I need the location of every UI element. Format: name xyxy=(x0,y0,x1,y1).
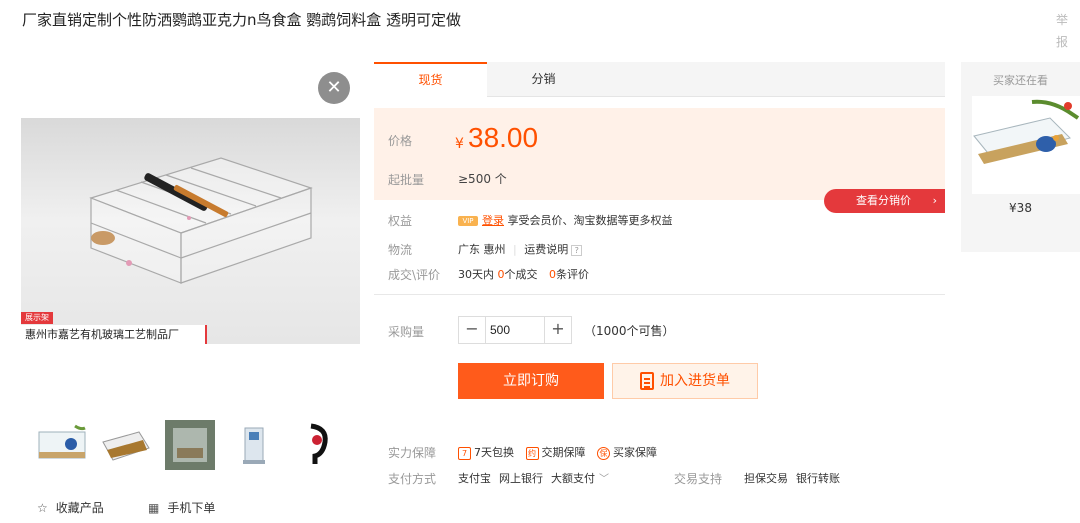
guarantee-exchange-text: 7天包换 xyxy=(474,446,514,459)
guarantee-row: 7 7天包换 约交期保障 保买家保障 xyxy=(458,444,657,460)
review-count: 0 xyxy=(549,268,556,281)
delivery-guarantee-icon: 约 xyxy=(525,446,539,460)
increase-quantity-button[interactable]: + xyxy=(545,317,571,343)
tab-distribution[interactable]: 分销 xyxy=(487,62,600,97)
favorite-product-button[interactable]: ☆ 收藏产品 xyxy=(37,499,104,516)
close-button[interactable]: ✕ xyxy=(318,72,350,104)
chevron-right-icon: › xyxy=(932,194,937,207)
thumbnail-5[interactable] xyxy=(291,418,345,472)
logistics-row: 广东 惠州 | 运费说明? xyxy=(458,241,583,257)
acrylic-box-illustration xyxy=(89,157,313,284)
payment-methods: 支付宝 网上银行 大额支付 ﹀ xyxy=(458,470,609,486)
currency-symbol: ¥ xyxy=(455,136,464,152)
payment-online-bank[interactable]: 网上银行 xyxy=(499,472,543,485)
payment-large-amount[interactable]: 大额支付 xyxy=(551,472,595,485)
decrease-quantity-button[interactable]: − xyxy=(459,317,485,343)
tab-bar: 现货 分销 xyxy=(374,62,945,97)
qr-code-icon: ▦ xyxy=(148,501,160,515)
deal-suffix: 个成交 xyxy=(504,268,538,281)
rail-title: 买家还在看 xyxy=(993,74,1048,87)
rights-label: 权益 xyxy=(388,214,413,228)
deal-count: 0 xyxy=(497,268,505,281)
login-link[interactable]: 登录 xyxy=(482,214,504,227)
moq-value: ≥500 个 xyxy=(458,172,507,186)
main-product-image[interactable] xyxy=(21,118,360,344)
quantity-input[interactable] xyxy=(485,317,545,343)
tab-in-stock[interactable]: 现货 xyxy=(374,62,487,97)
quantity-label: 采购量 xyxy=(388,325,425,339)
shipping-origin: 广东 惠州 xyxy=(458,243,506,256)
section-divider xyxy=(374,294,945,295)
trade-escrow[interactable]: 担保交易 xyxy=(744,472,788,485)
quantity-stepper: − + xyxy=(458,316,572,344)
rights-row: VIP 登录 享受会员价、淘宝数据等更多权益 xyxy=(458,212,673,228)
close-icon: ✕ xyxy=(326,77,342,98)
favorite-label: 收藏产品 xyxy=(55,501,104,515)
shop-tag-label: 展示架 xyxy=(21,312,53,324)
trade-methods: 担保交易 银行转账 xyxy=(744,470,848,486)
price-label: 价格 xyxy=(388,134,413,148)
recommended-product-image[interactable] xyxy=(972,96,1080,194)
product-title: 厂家直销定制个性防洒鹦鹉亚克力n鸟食盒 鹦鹉饲料盒 透明可定做 xyxy=(22,11,462,29)
buyer-protection-icon: 保 xyxy=(597,446,610,460)
clipboard-icon xyxy=(640,372,654,390)
distributor-price-label: 查看分销价 xyxy=(856,194,911,207)
seven-day-icon: 7 xyxy=(458,446,471,460)
vip-badge-icon: VIP xyxy=(458,216,478,226)
star-icon: ☆ xyxy=(37,501,48,515)
report-link[interactable]: 举报 xyxy=(1054,9,1070,53)
unit-price: 38.00 xyxy=(468,122,539,153)
thumbnail-3[interactable] xyxy=(163,418,217,472)
guarantee-label: 实力保障 xyxy=(388,446,437,460)
freight-info-link[interactable]: 运费说明 xyxy=(524,243,568,256)
review-suffix: 条评价 xyxy=(556,268,589,281)
mobile-order-button[interactable]: ▦ 手机下单 xyxy=(148,499,215,516)
guarantee-buyer-text: 买家保障 xyxy=(613,446,657,459)
logistics-label: 物流 xyxy=(388,243,413,257)
order-now-button[interactable]: 立即订购 xyxy=(458,363,604,399)
view-distributor-price-button[interactable]: 查看分销价 › xyxy=(824,189,945,213)
help-icon[interactable]: ? xyxy=(571,244,583,256)
deals-row: 30天内 0个成交 0条评价 xyxy=(458,266,589,282)
available-stock: （1000个可售） xyxy=(584,324,675,338)
moq-label: 起批量 xyxy=(388,173,425,187)
thumbnail-strip xyxy=(35,418,345,474)
trade-support-label: 交易支持 xyxy=(674,472,723,486)
thumbnail-4[interactable] xyxy=(227,418,281,472)
rights-text: 享受会员价、淘宝数据等更多权益 xyxy=(507,214,673,227)
payment-alipay[interactable]: 支付宝 xyxy=(458,472,491,485)
add-to-purchase-list-button[interactable]: 加入进货单 xyxy=(612,363,758,399)
guarantee-buyer[interactable]: 保买家保障 xyxy=(597,446,657,460)
add-to-list-label: 加入进货单 xyxy=(660,373,730,389)
thumbnail-1[interactable] xyxy=(35,418,89,472)
guarantee-delivery-text: 交期保障 xyxy=(541,446,586,459)
thumbnail-2[interactable] xyxy=(99,418,153,472)
chevron-down-icon[interactable]: ﹀ xyxy=(599,474,609,485)
shop-tag: 展示架 惠州市嘉艺有机玻璃工艺制品厂 xyxy=(21,312,207,344)
recommended-product-price[interactable]: ¥38 xyxy=(961,201,1080,215)
deals-label: 成交\评价 xyxy=(388,268,441,282)
payment-label: 支付方式 xyxy=(388,472,437,486)
divider: | xyxy=(513,243,517,256)
deals-prefix: 30天内 xyxy=(458,268,494,281)
guarantee-exchange[interactable]: 7 7天包换 xyxy=(458,446,514,460)
mobile-order-label: 手机下单 xyxy=(167,501,216,515)
trade-bank-transfer[interactable]: 银行转账 xyxy=(796,472,840,485)
shop-name: 惠州市嘉艺有机玻璃工艺制品厂 xyxy=(21,325,207,344)
guarantee-delivery[interactable]: 约交期保障 xyxy=(525,446,586,460)
